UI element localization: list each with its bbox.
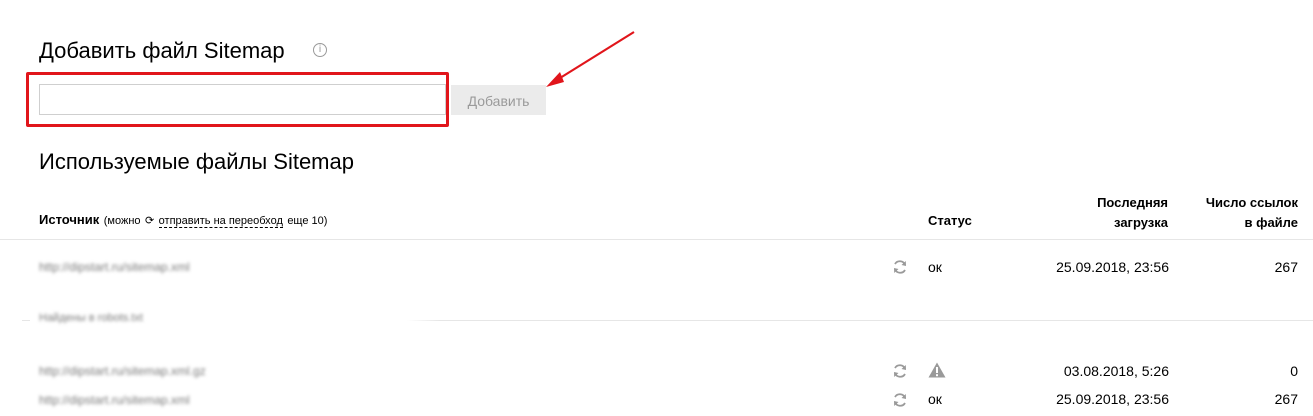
annotation-arrow — [546, 31, 635, 87]
header-source-label: Источник — [39, 212, 100, 227]
arrow-shaft — [551, 31, 635, 84]
recrawl-link[interactable]: отправить на переобход — [158, 215, 283, 228]
table-row-url[interactable]: http://dipstart.ru/sitemap.xml — [39, 393, 190, 407]
table-row-date: 25.09.2018, 23:56 — [1056, 391, 1169, 407]
table-row-url[interactable]: http://dipstart.ru/sitemap.xml — [39, 260, 190, 274]
header-source-note-prefix: (можно — [103, 215, 141, 227]
refresh-icon[interactable] — [892, 363, 908, 379]
header-last-load: Последняя загрузка — [1040, 193, 1168, 233]
header-divider — [0, 239, 1313, 240]
header-links-count-line1: Число ссылок — [1205, 195, 1298, 210]
arrow-head — [546, 72, 564, 87]
refresh-icon[interactable] — [892, 259, 908, 275]
table-row-url[interactable]: http://dipstart.ru/sitemap.xml.gz — [39, 364, 206, 378]
header-status: Статус — [928, 213, 972, 228]
warning-icon — [928, 362, 946, 378]
add-sitemap-title: Добавить файл Sitemap — [39, 38, 285, 63]
add-button[interactable]: Добавить — [451, 85, 546, 115]
header-last-load-line1: Последняя — [1097, 195, 1168, 210]
sitemap-url-input[interactable] — [39, 84, 446, 115]
table-row-date: 03.08.2018, 5:26 — [1063, 363, 1169, 379]
table-row-date: 25.09.2018, 23:56 — [1056, 259, 1169, 275]
robots-group-label: Найдены в robots.txt — [39, 312, 143, 324]
header-links-count: Число ссылок в файле — [1170, 193, 1298, 233]
table-row-status: ок — [928, 391, 942, 407]
header-source-note-suffix: еще 10) — [287, 215, 328, 227]
table-row-status: ок — [928, 259, 942, 275]
table-row-count: 267 — [1274, 259, 1298, 275]
refresh-small-icon: ⟳ — [144, 214, 155, 227]
table-row-count: 0 — [1290, 363, 1298, 379]
used-sitemaps-title: Используемые файлы Sitemap — [39, 149, 354, 174]
header-last-load-line2: загрузка — [1114, 215, 1168, 230]
info-icon[interactable]: i — [313, 43, 327, 57]
refresh-icon[interactable] — [892, 392, 908, 408]
table-row-count: 267 — [1274, 391, 1298, 407]
header-links-count-line2: в файле — [1244, 215, 1298, 230]
header-source: Источник (можно ⟳ отправить на переобход… — [39, 210, 327, 230]
